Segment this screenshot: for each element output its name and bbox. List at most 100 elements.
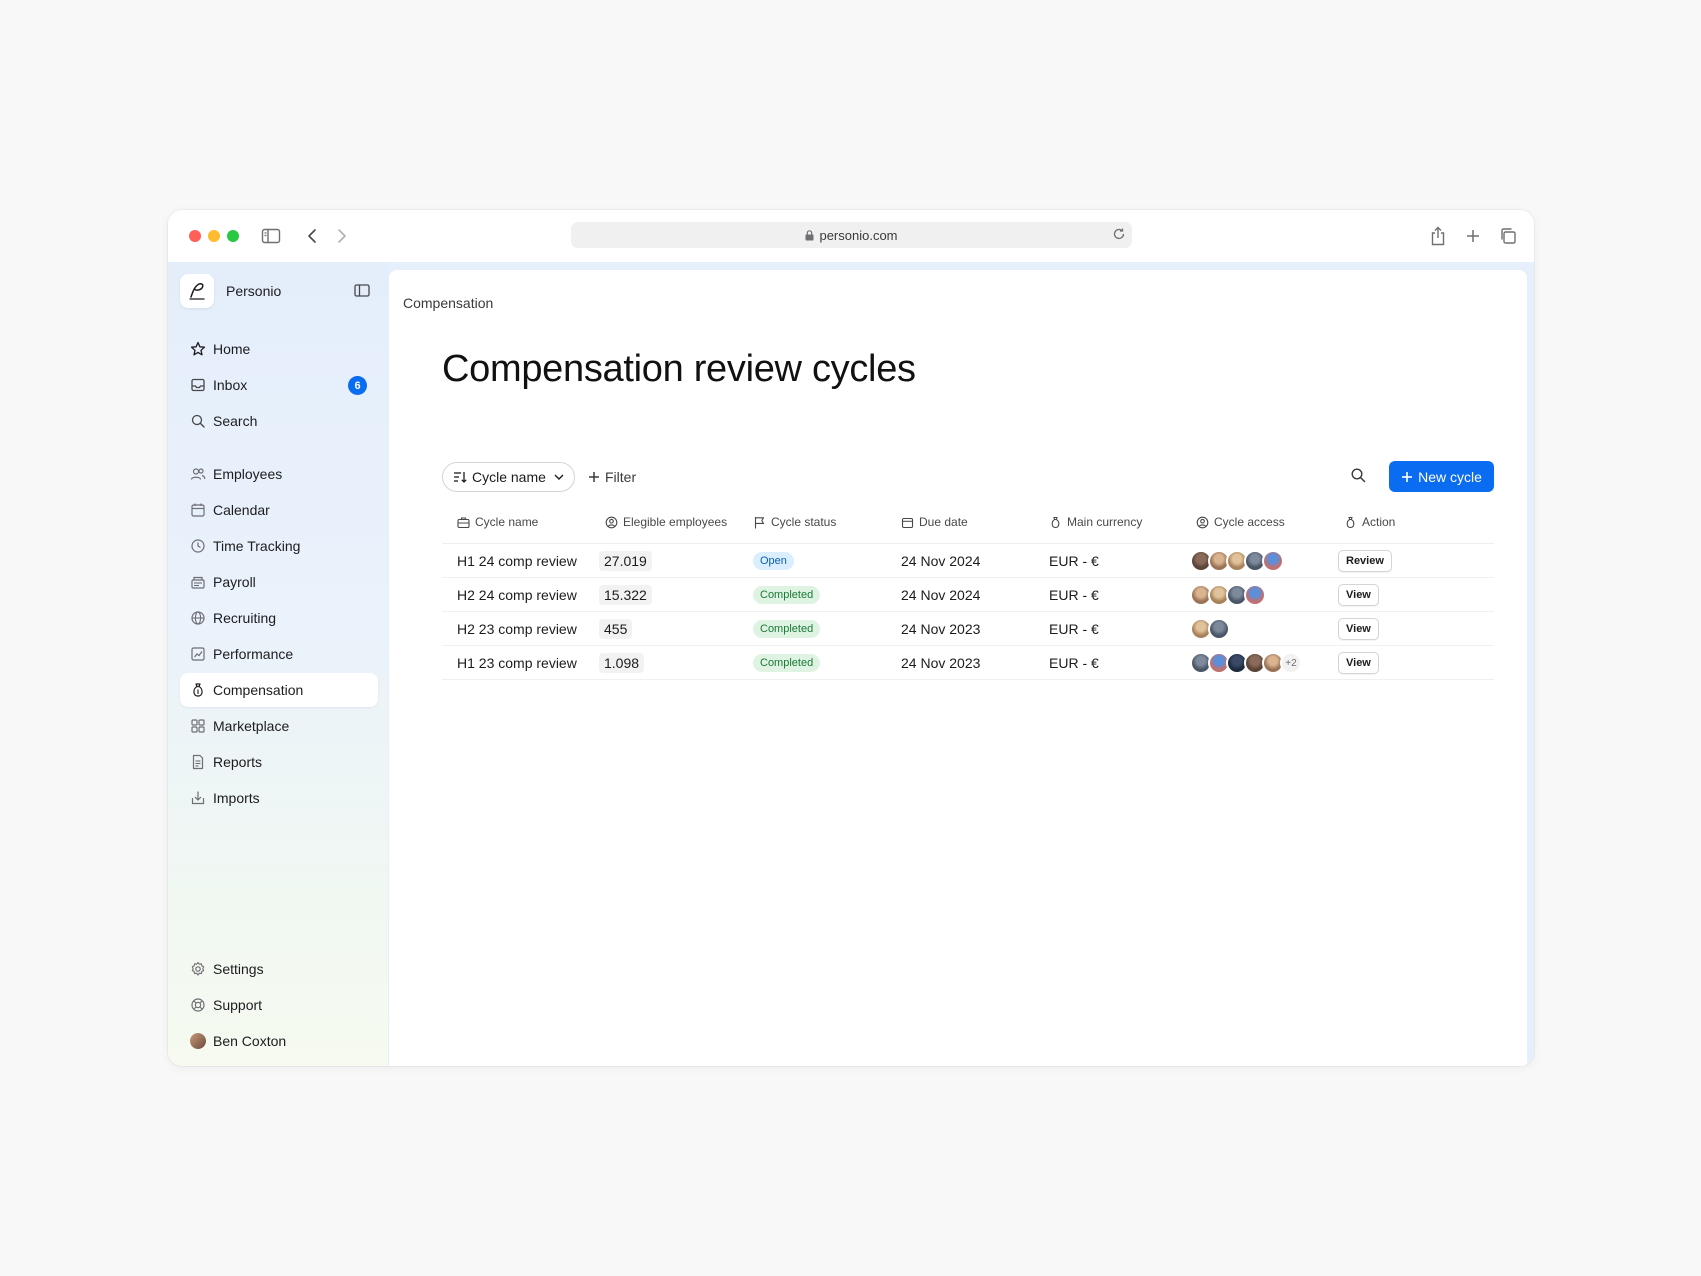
- avatar-group[interactable]: [1190, 550, 1284, 572]
- status-badge: Completed: [753, 620, 821, 638]
- calendar-icon: [901, 516, 914, 529]
- column-header-due-date[interactable]: Due date: [901, 500, 968, 544]
- flag-icon: [753, 516, 766, 529]
- sidebar: Personio Home Inbox 6 Search Employees C…: [168, 262, 388, 1066]
- collapse-sidebar-icon[interactable]: [354, 284, 370, 297]
- sidebar-item-marketplace[interactable]: Marketplace: [180, 709, 378, 743]
- sidebar-toggle-icon[interactable]: [261, 226, 281, 246]
- sort-dropdown[interactable]: Cycle name: [442, 462, 575, 492]
- sidebar-item-time-tracking[interactable]: Time Tracking: [180, 529, 378, 563]
- column-header-cycle-name[interactable]: Cycle name: [457, 500, 538, 544]
- avatar-group[interactable]: [1190, 618, 1230, 640]
- calendar-icon: [190, 502, 206, 518]
- maximize-window-button[interactable]: [227, 230, 239, 242]
- column-header-cycle-status[interactable]: Cycle status: [753, 500, 836, 544]
- sidebar-item-search[interactable]: Search: [180, 404, 378, 438]
- moneybag-icon: [1344, 516, 1357, 529]
- sidebar-item-label: Recruiting: [213, 610, 277, 626]
- sidebar-item-settings[interactable]: Settings: [180, 952, 378, 986]
- cell-main-currency: EUR - €: [1049, 544, 1099, 578]
- table-search-icon[interactable]: [1350, 467, 1366, 483]
- share-icon[interactable]: [1428, 226, 1448, 246]
- new-tab-icon[interactable]: [1463, 226, 1483, 246]
- breadcrumb[interactable]: Compensation: [403, 295, 493, 311]
- cell-action: View: [1338, 578, 1379, 612]
- address-bar[interactable]: personio.com: [571, 222, 1132, 248]
- cell-cycle-status: Completed: [753, 646, 821, 680]
- table-row[interactable]: H2 24 comp review 15.322 Completed 24 Nov 2…: [442, 578, 1494, 612]
- sidebar-item-home[interactable]: Home: [180, 332, 378, 366]
- avatar: [1244, 584, 1266, 606]
- sidebar-item-label: Calendar: [213, 502, 270, 518]
- reload-icon[interactable]: [1112, 227, 1126, 241]
- review-button[interactable]: Review: [1338, 550, 1392, 572]
- search-icon: [190, 413, 206, 429]
- grid-icon: [190, 718, 206, 734]
- chart-icon: [190, 646, 206, 662]
- cell-main-currency: EUR - €: [1049, 646, 1099, 680]
- column-header-main-currency[interactable]: Main currency: [1049, 500, 1142, 544]
- tab-overview-icon[interactable]: [1498, 226, 1518, 246]
- filter-button[interactable]: Filter: [588, 462, 636, 492]
- forward-icon[interactable]: [332, 226, 352, 246]
- filter-label: Filter: [605, 469, 637, 485]
- sidebar-item-label: Payroll: [213, 574, 256, 590]
- cycle-name: H1 23 comp review: [457, 655, 577, 671]
- minimize-window-button[interactable]: [208, 230, 220, 242]
- sidebar-item-employees[interactable]: Employees: [180, 457, 378, 491]
- close-window-button[interactable]: [189, 230, 201, 242]
- cell-cycle-name: H2 23 comp review: [457, 612, 577, 646]
- column-header-action[interactable]: Action: [1344, 500, 1395, 544]
- employee-count: 15.322: [599, 585, 652, 605]
- cell-cycle-access[interactable]: [1190, 612, 1230, 646]
- column-label: Cycle access: [1214, 515, 1285, 529]
- table-row[interactable]: H1 24 comp review 27.019 Open 24 Nov 2024 EU…: [442, 544, 1494, 578]
- sidebar-item-inbox[interactable]: Inbox 6: [180, 368, 378, 402]
- sidebar-item-payroll[interactable]: Payroll: [180, 565, 378, 599]
- lock-icon: [805, 229, 814, 241]
- avatar: [190, 1033, 206, 1049]
- brand-name: Personio: [226, 283, 282, 299]
- cell-cycle-access[interactable]: [1190, 544, 1284, 578]
- sidebar-item-calendar[interactable]: Calendar: [180, 493, 378, 527]
- sidebar-item-label: Performance: [213, 646, 294, 662]
- column-label: Cycle name: [475, 515, 539, 529]
- avatar-group[interactable]: [1190, 584, 1266, 606]
- avatar: [1262, 550, 1284, 572]
- cell-cycle-access[interactable]: [1190, 578, 1266, 612]
- sidebar-item-label: Home: [213, 341, 251, 357]
- cycles-table: Cycle name Elegible employees Cycle stat…: [442, 500, 1494, 680]
- currency: EUR - €: [1049, 621, 1099, 637]
- brand[interactable]: Personio: [180, 274, 281, 308]
- sidebar-item-label: Inbox: [213, 377, 248, 393]
- gear-icon: [190, 961, 206, 977]
- column-header-eligible-employees[interactable]: Elegible employees: [605, 500, 727, 544]
- sidebar-item-imports[interactable]: Imports: [180, 781, 378, 815]
- table-row[interactable]: H1 23 comp review 1.098 Completed 24 Nov 20…: [442, 646, 1494, 680]
- sidebar-item-compensation[interactable]: Compensation: [180, 673, 378, 707]
- clock-icon: [190, 538, 206, 554]
- view-button[interactable]: View: [1338, 652, 1379, 674]
- globe-icon: [190, 610, 206, 626]
- column-label: Due date: [919, 515, 968, 529]
- cell-cycle-access[interactable]: +2: [1190, 646, 1302, 680]
- cell-cycle-name: H2 24 comp review: [457, 578, 577, 612]
- table-row[interactable]: H2 23 comp review 455 Completed 24 Nov 2023…: [442, 612, 1494, 646]
- user-name: Ben Coxton: [213, 1033, 287, 1049]
- avatar-group[interactable]: +2: [1190, 652, 1302, 674]
- status-badge: Completed: [753, 654, 821, 672]
- sidebar-item-reports[interactable]: Reports: [180, 745, 378, 779]
- cell-cycle-status: Open: [753, 544, 794, 578]
- column-header-cycle-access[interactable]: Cycle access: [1196, 500, 1285, 544]
- new-cycle-button[interactable]: New cycle: [1389, 461, 1494, 492]
- sidebar-item-user-profile[interactable]: Ben Coxton: [180, 1024, 378, 1058]
- sidebar-item-support[interactable]: Support: [180, 988, 378, 1022]
- view-button[interactable]: View: [1338, 618, 1379, 640]
- back-icon[interactable]: [302, 226, 322, 246]
- sidebar-item-recruiting[interactable]: Recruiting: [180, 601, 378, 635]
- sidebar-item-performance[interactable]: Performance: [180, 637, 378, 671]
- cell-eligible-employees: 27.019: [599, 544, 652, 578]
- view-button[interactable]: View: [1338, 584, 1379, 606]
- cell-due-date: 24 Nov 2023: [901, 646, 980, 680]
- moneybag-icon: [190, 682, 206, 698]
